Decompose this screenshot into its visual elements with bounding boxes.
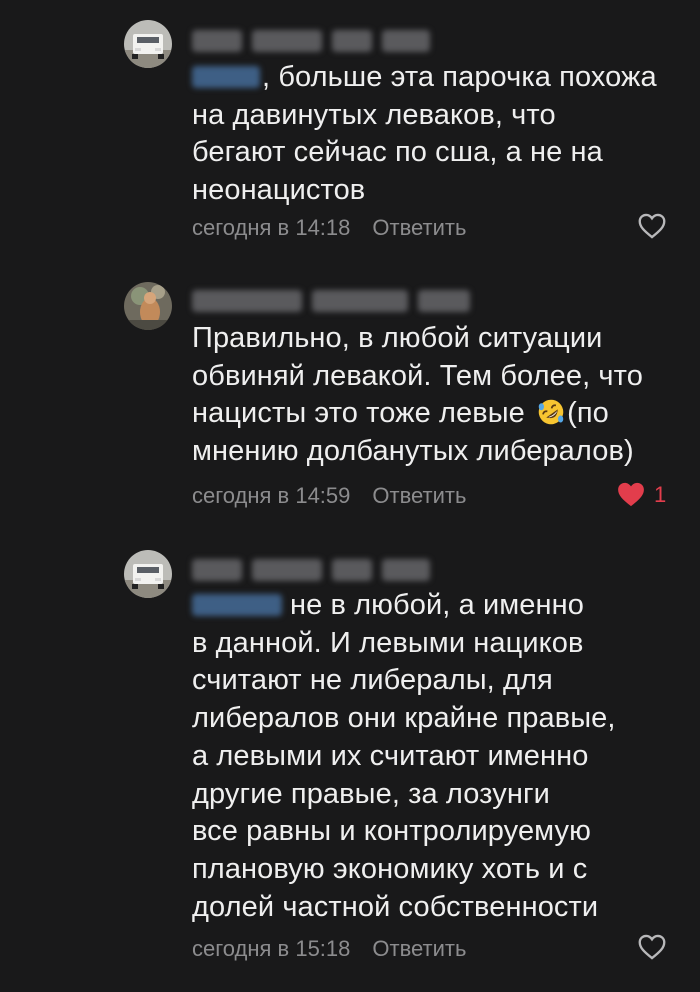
comment-line: , больше эта парочка похожа (262, 61, 657, 93)
comments-feed: , больше эта парочка похожа на давинутых… (0, 0, 700, 992)
like-button[interactable] (638, 934, 666, 960)
mention-redacted[interactable] (192, 66, 260, 88)
comment-line: Правильно, в любой ситуации (192, 322, 603, 354)
author-name-redacted[interactable] (192, 28, 430, 54)
comment-meta: сегодня в 15:18 Ответить (192, 936, 466, 962)
rolling-on-floor-laughing-emoji (538, 400, 564, 425)
timestamp: сегодня в 14:18 (192, 215, 351, 240)
avatar-car-image (124, 550, 172, 598)
comment-line: не в любой, а именно (290, 589, 584, 621)
comment-line: бегают сейчас по сша, а не на (192, 136, 603, 169)
reply-button[interactable]: Ответить (372, 215, 466, 240)
like-button[interactable] (638, 213, 666, 239)
comment-meta: сегодня в 14:18 Ответить (192, 215, 466, 241)
avatar-photo-image (124, 282, 172, 330)
timestamp: сегодня в 15:18 (192, 936, 351, 961)
reply-button[interactable]: Ответить (372, 483, 466, 508)
heart-outline-icon (638, 213, 666, 239)
author-name-redacted[interactable] (192, 557, 430, 583)
comment-text: , больше эта парочка похожа на давинутых… (192, 59, 662, 210)
comment-line: (по (567, 397, 609, 430)
comment-line: на давинутых леваков, что (192, 98, 556, 131)
comment-line: а левыми их считают именно (192, 739, 589, 772)
mention-redacted[interactable] (192, 594, 282, 616)
heart-filled-icon (618, 482, 644, 507)
comment-line: нацисты это тоже левые (192, 397, 534, 430)
comment-meta: сегодня в 14:59 Ответить (192, 483, 466, 509)
comment-text: не в любой, а именно в данной. И левыми … (192, 587, 662, 926)
like-count: 1 (654, 481, 667, 507)
comment-line: все равны и контролируемую (192, 815, 591, 848)
like-button[interactable]: 1 (616, 481, 666, 508)
comment-line: мнению долбанутых либералов) (192, 435, 634, 468)
comment-line: либералов они крайне правые, (192, 702, 616, 735)
comment-line: в данной. И левыми нациков (192, 626, 584, 659)
comment-text: Правильно, в любой ситуации обвиняй лева… (192, 320, 662, 471)
reply-button[interactable]: Ответить (372, 936, 466, 961)
comment-line: неонацистов (192, 174, 366, 207)
avatar[interactable] (124, 20, 172, 68)
avatar[interactable] (124, 282, 172, 330)
timestamp: сегодня в 14:59 (192, 483, 351, 508)
avatar[interactable] (124, 550, 172, 598)
comment-line: плановую экономику хоть и с (192, 852, 588, 885)
author-name-redacted[interactable] (192, 288, 470, 314)
comment-line: долей частной собственности (192, 890, 599, 923)
comment-line: обвиняй левакой. Тем более, что (192, 359, 643, 392)
comment-line: считают не либералы, для (192, 664, 553, 697)
avatar-car-image (124, 20, 172, 68)
heart-outline-icon (638, 934, 666, 960)
comment-line: другие правые, за лозунги (192, 777, 550, 810)
